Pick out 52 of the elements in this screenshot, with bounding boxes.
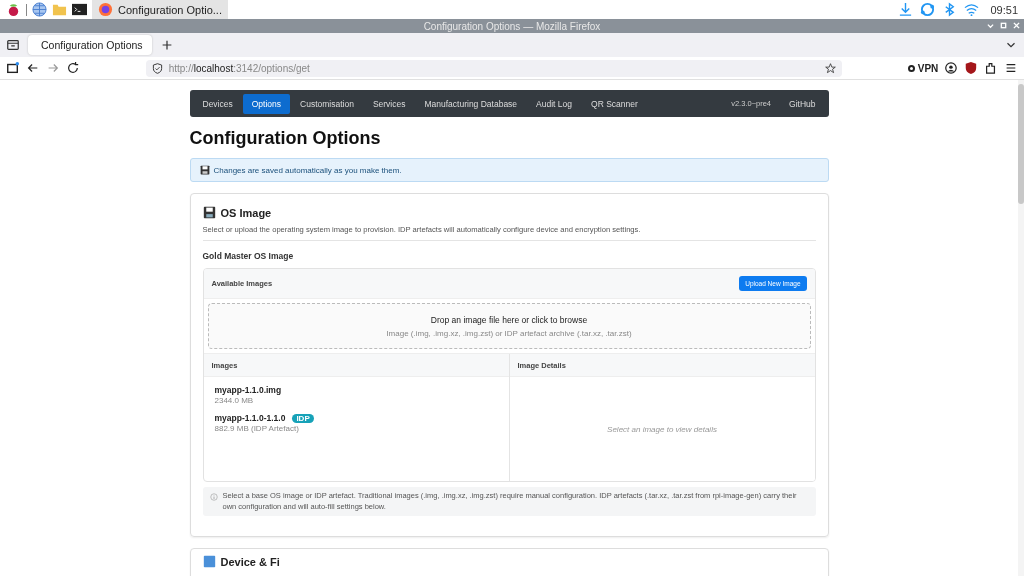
download-icon[interactable] <box>898 2 914 17</box>
nav-link[interactable]: Customisation <box>291 93 363 114</box>
nav-link[interactable]: QR Scanner <box>582 93 647 114</box>
alert-text: Changes are saved automatically as you make them. <box>213 165 402 175</box>
section-title: OS Image <box>220 206 272 219</box>
page-title: Configuration Options <box>189 128 382 149</box>
nav-link[interactable]: Options <box>242 93 291 114</box>
image-name: myapp-1.1.0.img <box>214 385 282 395</box>
nav-link[interactable]: Services <box>363 93 415 114</box>
drop-zone-hint: Image (.img, .img.xz, .img.zst) or IDP artefact archive (.tar.xz, .tar.zst) <box>386 328 632 338</box>
firefox-icon <box>98 2 113 17</box>
drop-zone[interactable]: Drop an image file here or click to browse Image (.img, .img.xz, .img.zst) or IDP artefact archive (.tar.xz, .tar.zst) <box>207 303 811 349</box>
window-title: Configuration Options — Mozilla Firefox <box>423 20 601 32</box>
taskbar-app-button[interactable]: Configuration Optio... <box>92 0 228 19</box>
menu-icon[interactable] <box>1004 61 1018 75</box>
image-size: 882.9 MB (IDP Artefact) <box>214 424 300 433</box>
section-title: Device & Fi <box>220 555 280 568</box>
nav-link[interactable]: Devices <box>193 93 242 114</box>
image-size: 2344.0 MB <box>214 396 255 405</box>
reload-icon[interactable] <box>65 61 80 75</box>
info-icon <box>209 493 218 501</box>
github-link[interactable]: GitHub <box>780 93 825 114</box>
clock: 09:51 <box>990 3 1018 16</box>
shield-icon[interactable] <box>964 61 979 75</box>
terminal-icon[interactable] <box>72 2 87 17</box>
image-name: myapp-1.1.0-1.1.0 <box>214 413 286 423</box>
shield-icon <box>151 62 163 74</box>
wifi-icon[interactable] <box>964 2 980 17</box>
image-list-item[interactable]: myapp-1.1.0.img 2344.0 MB <box>214 385 498 405</box>
subsection-title: Gold Master OS Image <box>202 251 295 261</box>
tab-overview-icon[interactable] <box>6 38 20 52</box>
browser-tab[interactable]: Configuration Options <box>28 35 152 55</box>
close-icon[interactable] <box>1013 22 1020 29</box>
address-bar[interactable]: http://localhost:3142/options/get <box>145 59 842 77</box>
raspberry-icon[interactable] <box>6 2 21 17</box>
account-icon[interactable] <box>944 61 959 75</box>
globe-icon[interactable] <box>32 2 47 17</box>
drop-zone-text: Drop an image file here or click to browse <box>430 314 588 325</box>
back-icon[interactable] <box>25 61 40 75</box>
idp-badge: IDP <box>292 413 314 423</box>
minimize-icon[interactable] <box>987 22 994 29</box>
sync-icon[interactable] <box>920 2 936 17</box>
square-icon <box>202 555 216 568</box>
empty-state-message: Select an image to view details <box>606 423 718 436</box>
sidebar-icon[interactable] <box>6 61 20 75</box>
maximize-icon[interactable] <box>1000 22 1007 29</box>
vpn-button[interactable]: VPN <box>907 62 939 74</box>
nav-link[interactable]: Manufacturing Database <box>415 93 527 114</box>
star-icon[interactable] <box>824 62 836 74</box>
new-tab-icon[interactable] <box>160 38 174 52</box>
nav-link[interactable]: Audit Log <box>527 93 582 114</box>
image-list-item[interactable]: myapp-1.1.0-1.1.0 IDP 882.9 MB (IDP Artefact) <box>214 413 498 433</box>
